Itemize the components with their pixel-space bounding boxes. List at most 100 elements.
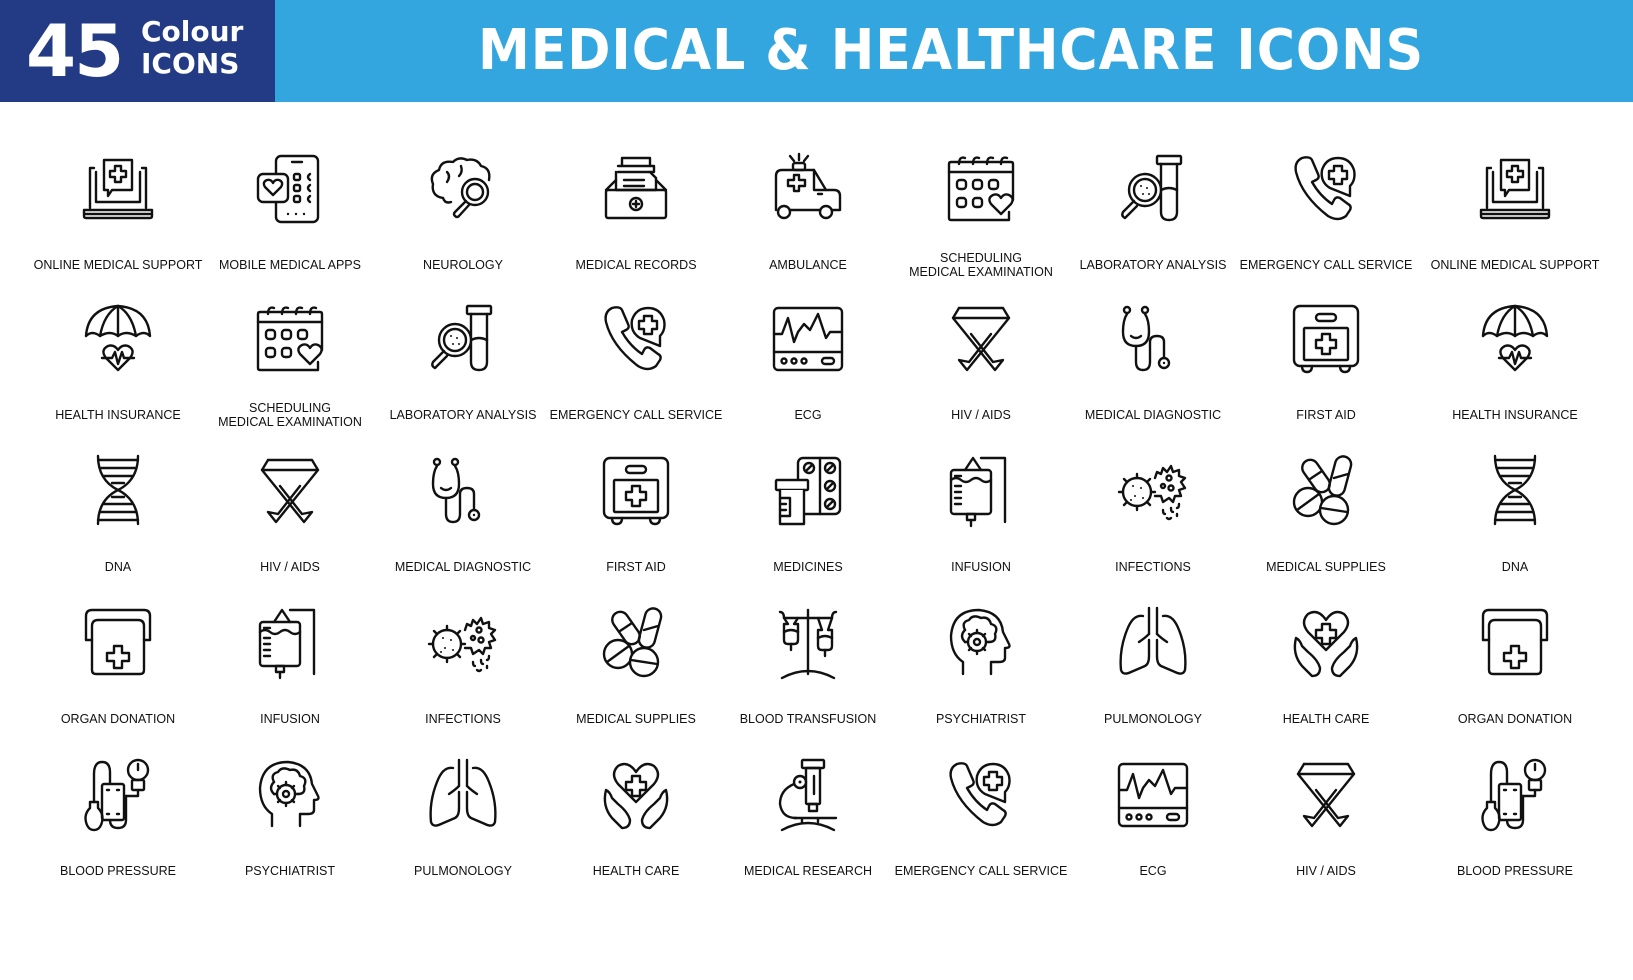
icon-label: MEDICINES [773, 560, 843, 574]
phone-cross-bubble-icon [943, 756, 1019, 832]
stethoscope-icon [1115, 300, 1191, 376]
icon-label: DNA [104, 560, 132, 574]
icon-tile: FIRST AID [1240, 300, 1412, 450]
icon-tile: EMERGENCY CALL SERVICE [895, 756, 1067, 906]
icon-tile: MEDICINES [722, 452, 894, 602]
header-banner: 45 Colour ICONS MEDICAL & HEALTHCARE ICO… [0, 0, 1633, 102]
pills-capsules-icon [598, 604, 674, 680]
icon-label: ECG [1139, 864, 1167, 878]
hands-heart-icon [598, 756, 674, 832]
icon-tile: LABORATORY ANALYSIS [1067, 150, 1239, 300]
icon-label: MEDICAL RECORDS [575, 258, 697, 272]
icon-label: INFECTIONS [1115, 560, 1191, 574]
awareness-ribbon-icon [1288, 756, 1364, 832]
icon-tile: NEUROLOGY [377, 150, 549, 300]
icon-tile: DNA [1429, 452, 1601, 602]
icon-tile: INFUSION [204, 604, 376, 754]
icon-label: HIV / AIDS [260, 560, 320, 574]
icon-tile: PULMONOLOGY [1067, 604, 1239, 754]
ecg-monitor-icon [1115, 756, 1191, 832]
icon-label: PSYCHIATRIST [935, 712, 1027, 726]
calendar-heart-icon [252, 300, 328, 376]
dna-icon [1477, 452, 1553, 528]
icon-tile: HEALTH CARE [550, 756, 722, 906]
test-tube-magnifier-icon [1115, 150, 1191, 226]
icon-tile: MEDICAL DIAGNOSTIC [377, 452, 549, 602]
icon-tile: BLOOD TRANSFUSION [722, 604, 894, 754]
icon-label: BLOOD PRESSURE [1456, 864, 1573, 878]
phone-cross-bubble-icon [598, 300, 674, 376]
records-tray-icon [598, 150, 674, 226]
test-tube-magnifier-icon [425, 300, 501, 376]
hands-heart-icon [1288, 604, 1364, 680]
icon-label: FIRST AID [606, 560, 666, 574]
badge-caption-line2: ICONS [141, 47, 240, 80]
icon-tile: INFECTIONS [377, 604, 549, 754]
icon-label: MOBILE MEDICAL APPS [219, 258, 361, 272]
icon-tile: DNA [32, 452, 204, 602]
iv-bag-icon [943, 452, 1019, 528]
icon-label: PULMONOLOGY [414, 864, 512, 878]
icon-tile: PSYCHIATRIST [204, 756, 376, 906]
laptop-medical-chat-icon [1477, 150, 1553, 226]
icon-tile: MEDICAL RECORDS [550, 150, 722, 300]
lungs-icon [425, 756, 501, 832]
blood-pressure-icon [80, 756, 156, 832]
dna-icon [80, 452, 156, 528]
umbrella-heart-icon [80, 300, 156, 376]
icon-label: INFUSION [951, 560, 1011, 574]
head-gear-icon [252, 756, 328, 832]
icon-label: PULMONOLOGY [1104, 712, 1202, 726]
awareness-ribbon-icon [252, 452, 328, 528]
page-title: MEDICAL & HEALTHCARE ICONS [478, 18, 1425, 83]
icon-label: BLOOD TRANSFUSION [739, 712, 877, 726]
icon-label: LABORATORY ANALYSIS [1079, 258, 1227, 272]
icon-tile: SCHEDULING MEDICAL EXAMINATION [895, 150, 1067, 300]
icon-tile: EMERGENCY CALL SERVICE [1240, 150, 1412, 300]
blood-pressure-icon [1477, 756, 1553, 832]
icon-label: HEALTH INSURANCE [55, 408, 181, 422]
head-gear-icon [943, 604, 1019, 680]
icon-label: ORGAN DONATION [1457, 712, 1573, 726]
icon-label: HIV / AIDS [1296, 864, 1356, 878]
icon-label: INFUSION [260, 712, 320, 726]
pills-capsules-icon [1288, 452, 1364, 528]
icon-tile: AMBULANCE [722, 150, 894, 300]
icon-tile: SCHEDULING MEDICAL EXAMINATION [204, 300, 376, 450]
icon-label: FIRST AID [1296, 408, 1356, 422]
ambulance-icon [770, 150, 846, 226]
icon-tile: ECG [722, 300, 894, 450]
icon-tile: MEDICAL RESEARCH [722, 756, 894, 906]
icon-label: EMERGENCY CALL SERVICE [1239, 258, 1413, 272]
first-aid-kit-icon [598, 452, 674, 528]
icon-tile: FIRST AID [550, 452, 722, 602]
icon-label: EMERGENCY CALL SERVICE [894, 864, 1068, 878]
phone-cross-bubble-icon [1288, 150, 1364, 226]
lungs-icon [1115, 604, 1191, 680]
icon-count: 45 [26, 9, 124, 93]
icon-tile: ONLINE MEDICAL SUPPORT [1429, 150, 1601, 300]
umbrella-heart-icon [1477, 300, 1553, 376]
icon-tile: ECG [1067, 756, 1239, 906]
icon-count-badge: 45 Colour ICONS [0, 0, 275, 102]
icon-label: HEALTH CARE [1282, 712, 1370, 726]
first-aid-kit-icon [1288, 300, 1364, 376]
icon-label: NEUROLOGY [423, 258, 503, 272]
iv-bag-icon [252, 604, 328, 680]
awareness-ribbon-icon [943, 300, 1019, 376]
icon-tile: PULMONOLOGY [377, 756, 549, 906]
organ-cooler-icon [80, 604, 156, 680]
icon-label: EMERGENCY CALL SERVICE [549, 408, 723, 422]
icon-tile: ORGAN DONATION [1429, 604, 1601, 754]
icon-label: HEALTH CARE [592, 864, 680, 878]
icon-tile: INFUSION [895, 452, 1067, 602]
icon-tile: HIV / AIDS [1240, 756, 1412, 906]
organ-cooler-icon [1477, 604, 1553, 680]
stethoscope-icon [425, 452, 501, 528]
icon-label: DNA [1501, 560, 1529, 574]
iv-stand-icon [770, 604, 846, 680]
icon-label: INFECTIONS [425, 712, 501, 726]
icon-tile: EMERGENCY CALL SERVICE [550, 300, 722, 450]
icon-label: MEDICAL DIAGNOSTIC [1084, 408, 1222, 422]
phone-heart-app-icon [252, 150, 328, 226]
